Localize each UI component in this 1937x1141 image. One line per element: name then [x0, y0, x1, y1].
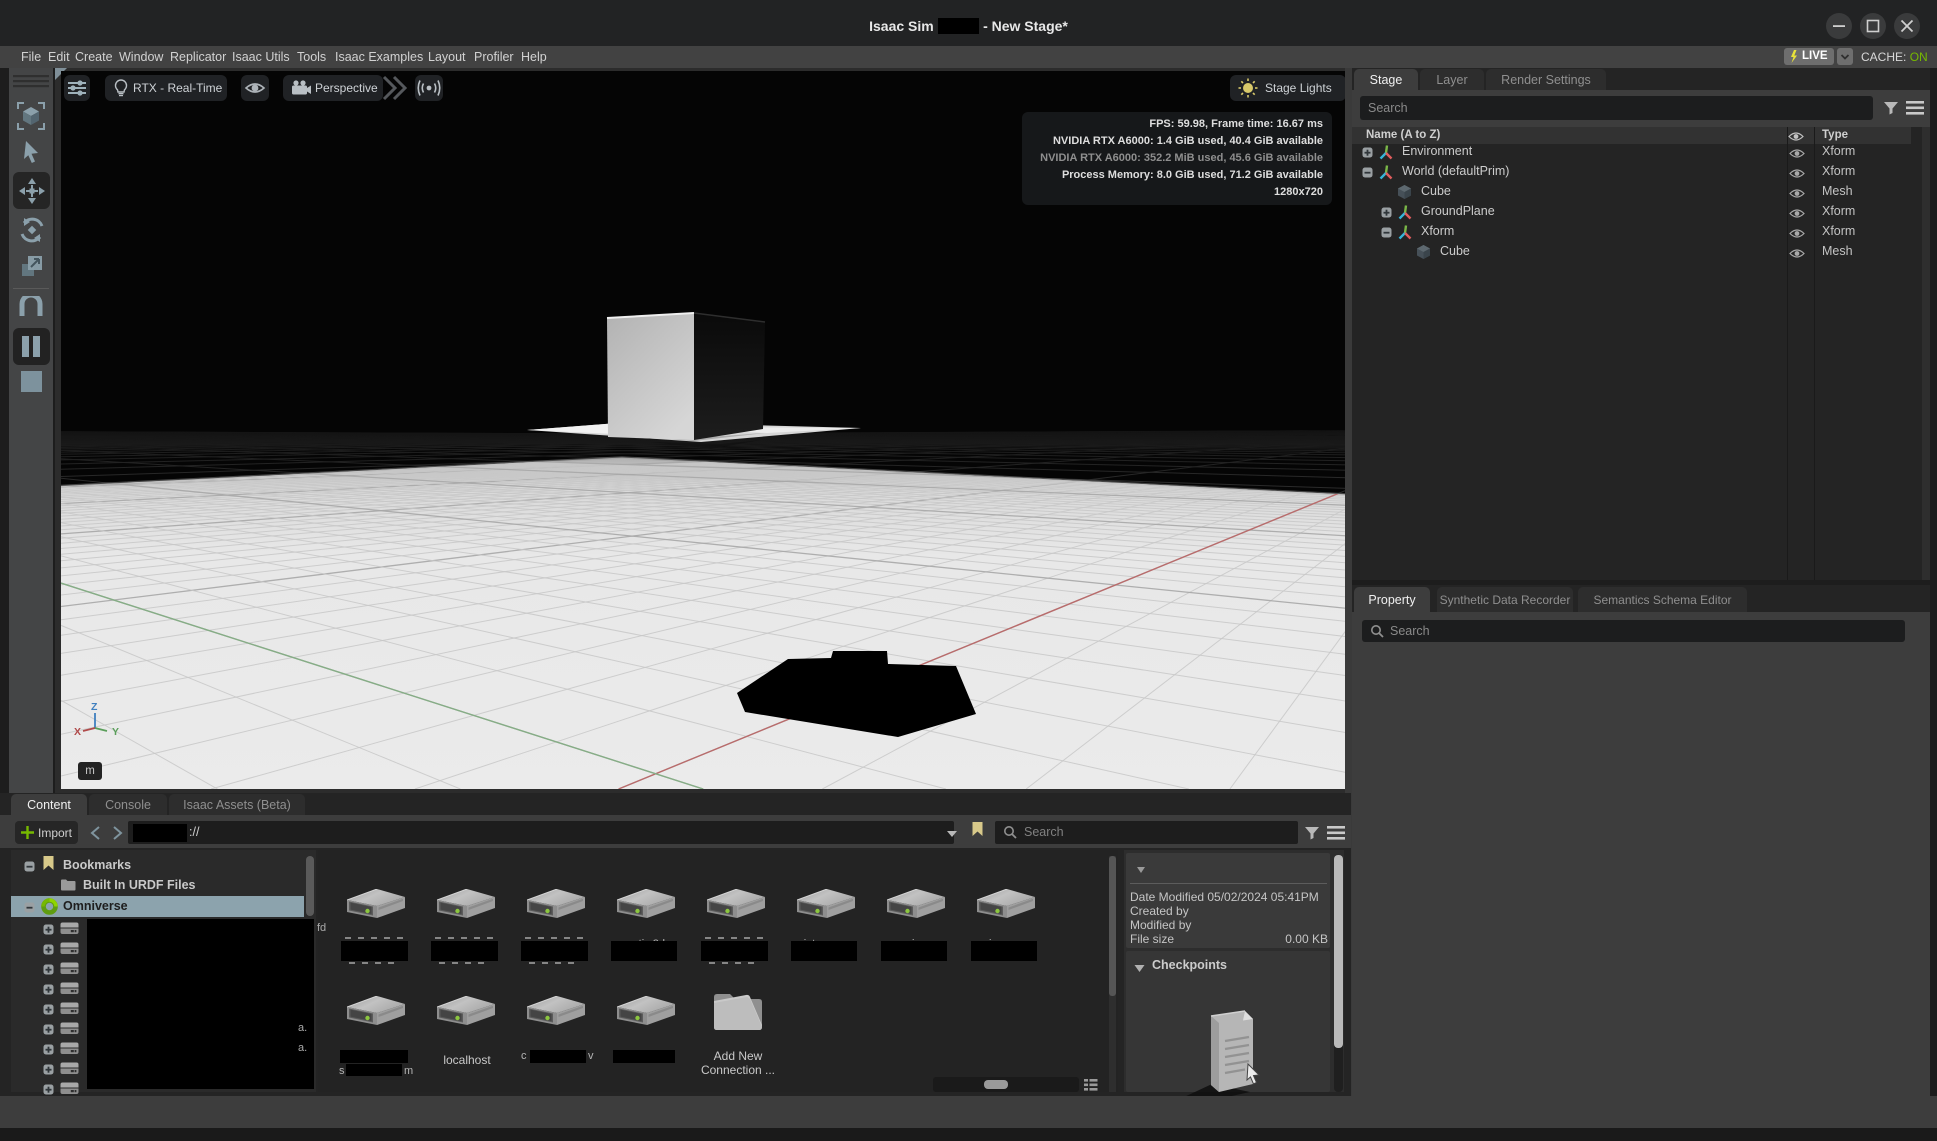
svg-text:Z: Z: [91, 701, 98, 713]
svg-text:X: X: [74, 726, 81, 738]
svg-text:Y: Y: [112, 726, 119, 738]
